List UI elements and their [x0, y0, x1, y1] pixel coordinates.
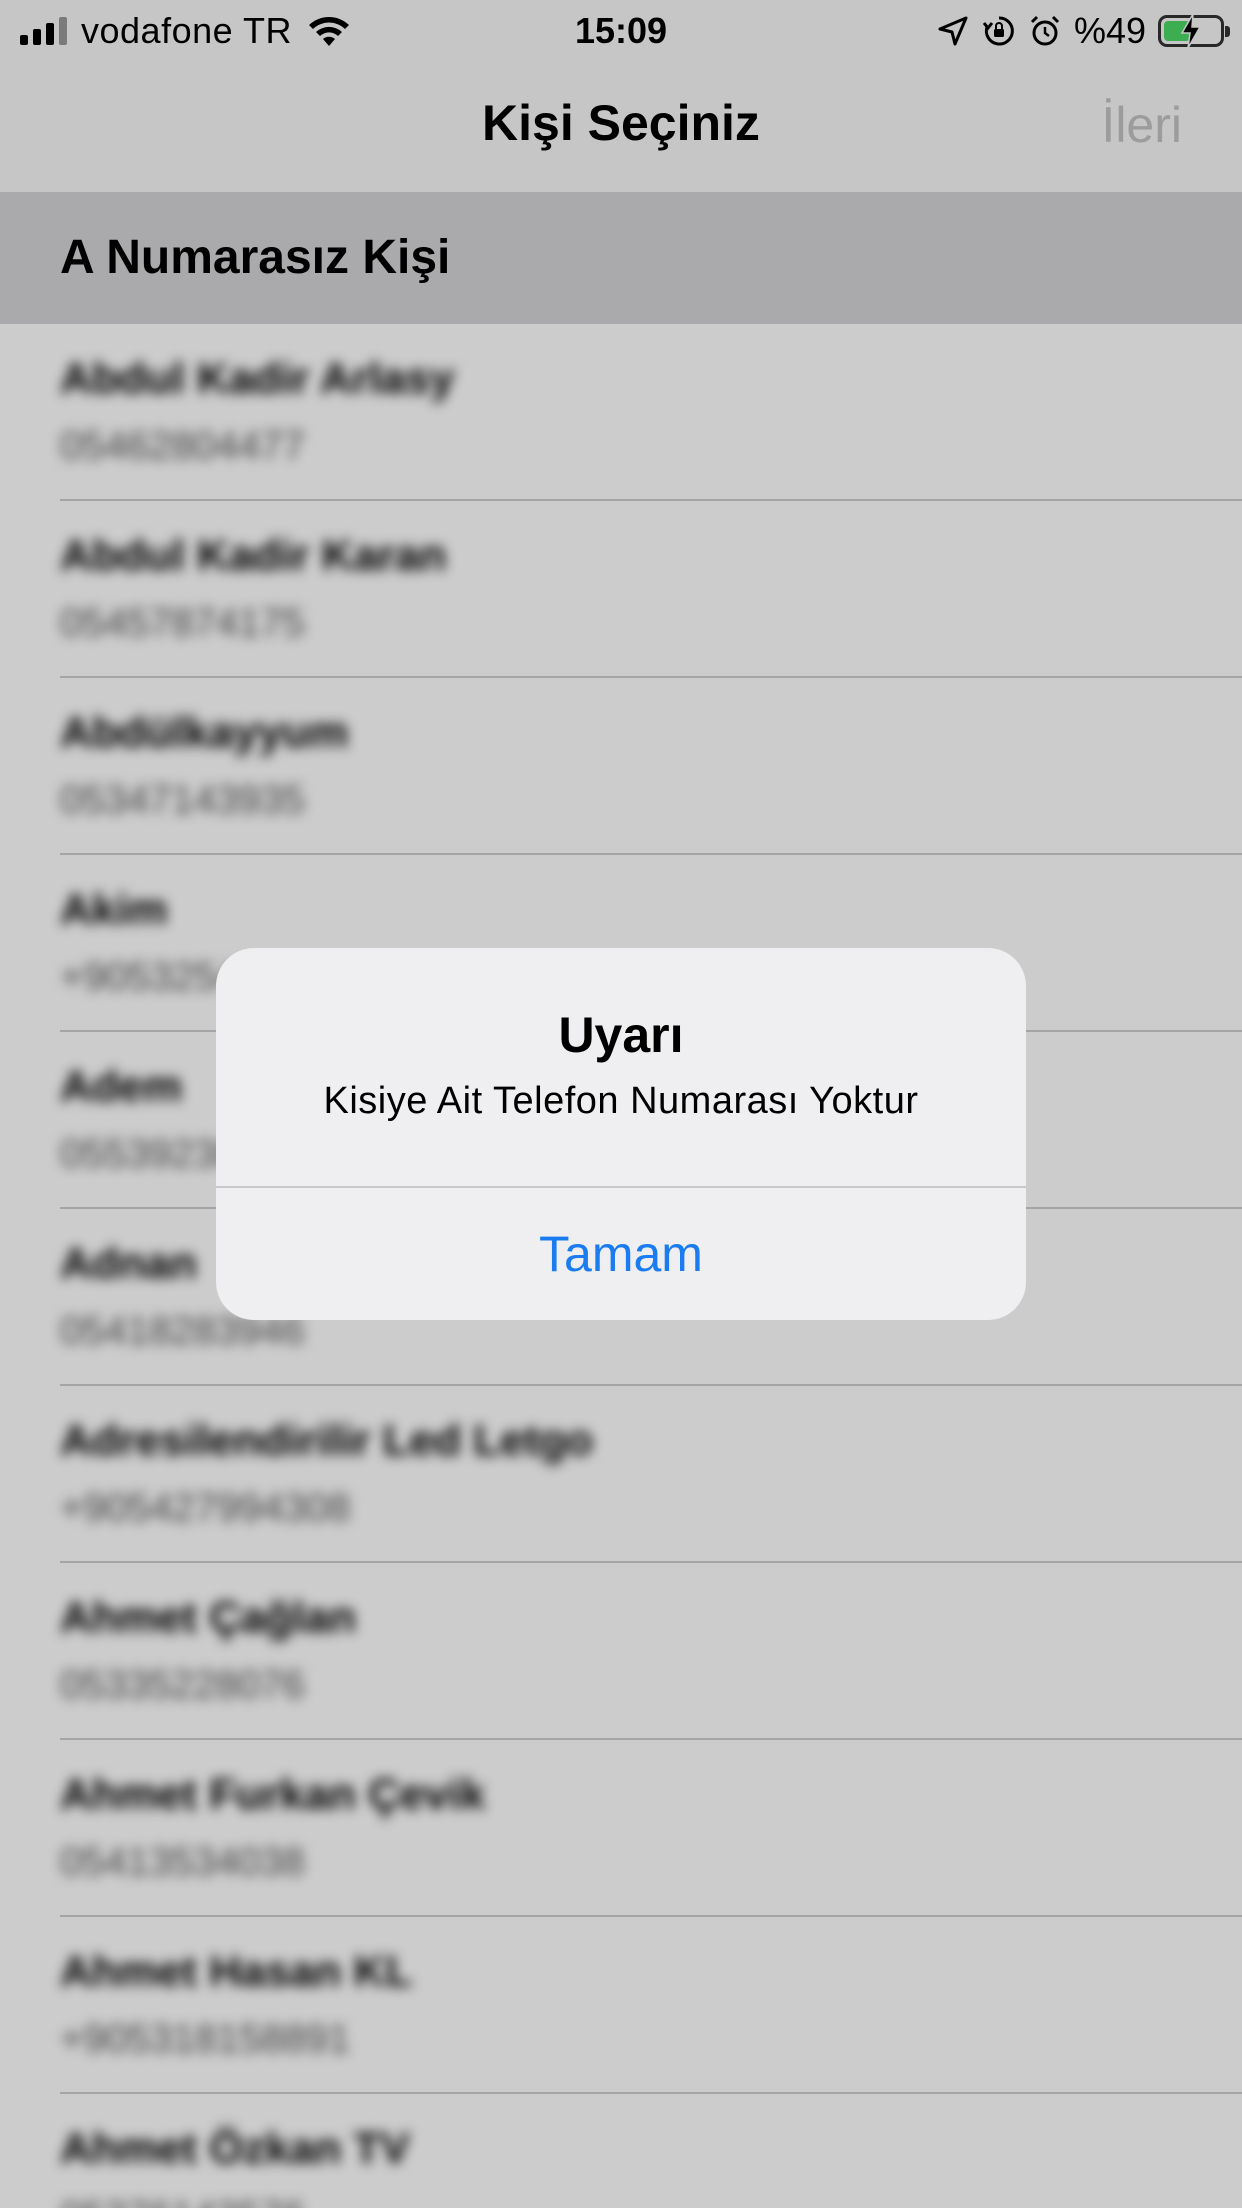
alert-dialog: Uyarı Kisiye Ait Telefon Numarası Yoktur…: [216, 948, 1026, 1320]
alert-title: Uyarı: [558, 1007, 684, 1063]
alert-message: Kisiye Ait Telefon Numarası Yoktur: [323, 1080, 919, 1122]
ok-button[interactable]: Tamam: [216, 1188, 1026, 1320]
